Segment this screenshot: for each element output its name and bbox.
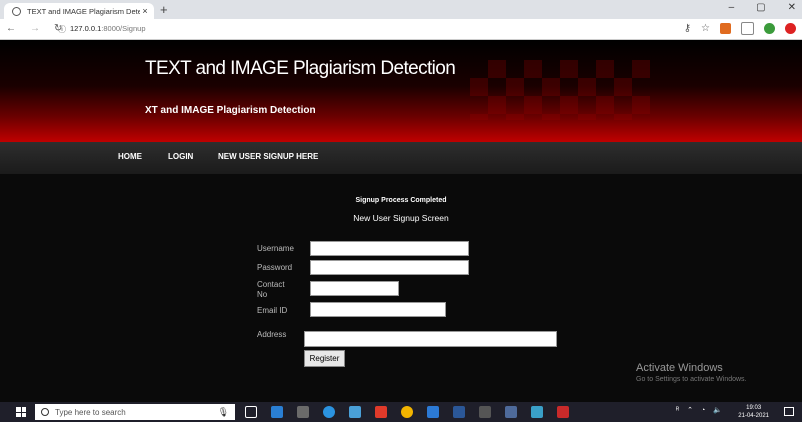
site-title: TEXT and IMAGE Plagiarism Detection [145, 58, 456, 79]
taskbar-apps [245, 406, 569, 418]
app-icon[interactable] [505, 406, 517, 418]
app-icon[interactable] [531, 406, 543, 418]
word-icon[interactable] [453, 406, 465, 418]
windows-start-icon[interactable] [16, 407, 26, 417]
windows-taskbar: Type here to search 🎙 ᴿ ⌃ ◔ 🔈 19:03 21-0… [0, 402, 802, 422]
username-label: Username [257, 244, 294, 253]
form-title: New User Signup Screen [353, 213, 449, 223]
microphone-icon[interactable]: 🎙 [218, 407, 229, 418]
app-icon[interactable] [349, 406, 361, 418]
volume-icon[interactable]: 🔈 [713, 406, 722, 414]
browser-nav-buttons: ← → ↻ [6, 23, 62, 34]
minimize-icon[interactable]: – [729, 2, 735, 13]
address-bar-row: ← → ↻ ⓘ 127.0.0.1:8000/Signup ⚷ ☆ [0, 19, 802, 40]
site-info-icon[interactable]: ⓘ [58, 24, 66, 35]
site-subtitle: XT and IMAGE Plagiarism Detection [145, 105, 316, 116]
signup-section: Signup Process Completed New User Signup… [0, 174, 802, 402]
url-path: :8000/Signup [101, 24, 146, 33]
extension-icon[interactable] [764, 23, 775, 34]
profile-icon[interactable] [785, 23, 796, 34]
watermark-subtitle: Go to Settings to activate Windows. [636, 376, 747, 383]
header-decoration [470, 60, 650, 120]
contact-label: Contact No [257, 280, 285, 299]
tab-close-icon[interactable]: × [140, 6, 150, 16]
ie-icon[interactable] [323, 406, 335, 418]
extension-icon[interactable] [720, 23, 731, 34]
cortana-icon [41, 408, 49, 416]
system-tray: ᴿ ⌃ ◔ 🔈 [676, 406, 722, 415]
address-input[interactable] [304, 331, 557, 347]
contact-input[interactable] [310, 281, 399, 296]
close-window-icon[interactable]: ✕ [788, 2, 796, 13]
email-input[interactable] [310, 302, 446, 317]
nav-login[interactable]: LOGIN [168, 152, 193, 161]
nav-signup[interactable]: NEW USER SIGNUP HERE [218, 152, 318, 161]
notifications-icon[interactable] [784, 407, 794, 416]
site-header: TEXT and IMAGE Plagiarism Detection XT a… [0, 40, 802, 142]
search-placeholder: Type here to search [55, 407, 126, 417]
browser-tab-strip: TEXT and IMAGE Plagiarism Dete × + – ▢ ✕ [0, 0, 802, 19]
url-host: 127.0.0.1 [70, 24, 102, 33]
maximize-icon[interactable]: ▢ [756, 2, 765, 13]
app-icon[interactable] [479, 406, 491, 418]
forward-arrow-icon[interactable]: → [30, 23, 40, 34]
taskbar-search[interactable]: Type here to search 🎙 [35, 404, 235, 420]
nav-home[interactable]: HOME [118, 152, 142, 161]
key-icon[interactable]: ⚷ [684, 23, 691, 34]
chevron-up-icon[interactable]: ⌃ [687, 406, 693, 414]
username-input[interactable] [310, 241, 469, 256]
extension-icon[interactable] [741, 22, 754, 35]
system-clock[interactable]: 19:03 21-04-2021 [738, 404, 769, 420]
clock-time: 19:03 [746, 405, 762, 411]
app-icon[interactable] [375, 406, 387, 418]
password-label: Password [257, 263, 293, 272]
task-view-icon[interactable] [245, 406, 257, 418]
main-nav: HOME LOGIN NEW USER SIGNUP HERE [0, 142, 802, 174]
edge-icon[interactable] [271, 406, 283, 418]
tab-title: TEXT and IMAGE Plagiarism Dete [27, 6, 140, 16]
browser-tab[interactable]: TEXT and IMAGE Plagiarism Dete × [4, 3, 154, 19]
people-icon[interactable]: ᴿ [676, 407, 679, 414]
site-favicon-icon [12, 6, 21, 16]
chrome-icon[interactable] [401, 406, 413, 418]
address-label: Address [257, 330, 287, 339]
register-button[interactable]: Register [304, 350, 345, 367]
activate-windows-watermark: Activate Windows Go to Settings to activ… [636, 362, 747, 383]
network-icon[interactable]: ◔ [701, 407, 705, 414]
app-icon[interactable] [557, 406, 569, 418]
status-message: Signup Process Completed [355, 197, 447, 204]
browser-toolbar-right: ⚷ ☆ [684, 22, 796, 35]
window-controls: – ▢ ✕ [729, 2, 796, 13]
clock-date: 21-04-2021 [738, 413, 769, 419]
url-field[interactable]: 127.0.0.1:8000/Signup [70, 24, 146, 33]
back-arrow-icon[interactable]: ← [6, 23, 16, 34]
watermark-title: Activate Windows [636, 362, 723, 374]
email-label: Email ID [257, 306, 288, 315]
password-input[interactable] [310, 260, 469, 275]
new-tab-button[interactable]: + [160, 2, 168, 17]
app-icon[interactable] [427, 406, 439, 418]
store-icon[interactable] [297, 406, 309, 418]
star-bookmark-icon[interactable]: ☆ [701, 23, 710, 34]
